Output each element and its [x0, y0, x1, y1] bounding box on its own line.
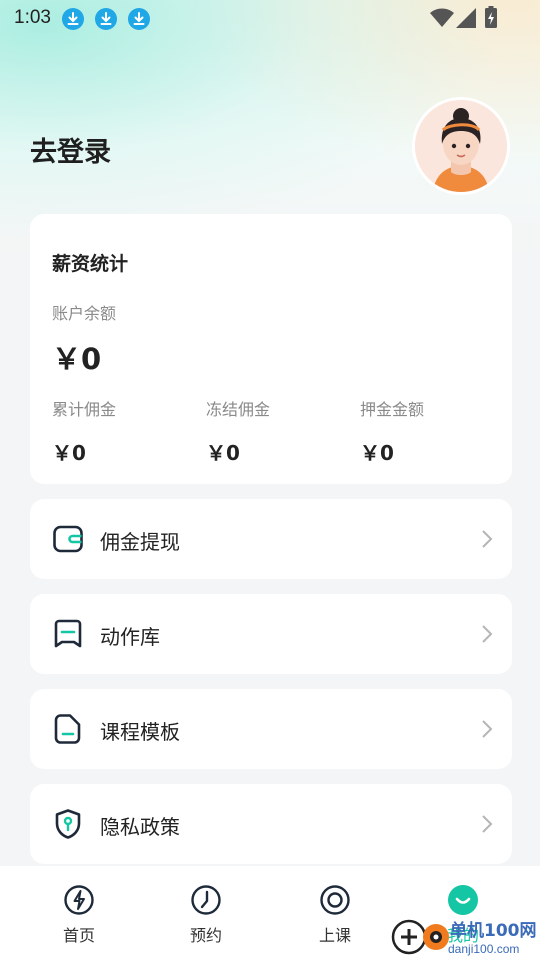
balance-value: ￥0 — [52, 342, 102, 376]
stat-value: ￥0 — [206, 441, 240, 465]
stat-label: 冻结佣金 — [206, 400, 271, 419]
download-notification-icon — [62, 8, 84, 30]
status-time: 1:03 — [14, 7, 51, 28]
bookmark-icon — [54, 619, 82, 648]
status-bar: 1:03 — [0, 0, 540, 38]
stat-label: 累计佣金 — [52, 400, 117, 419]
login-link[interactable]: 去登录 — [30, 130, 111, 169]
menu-item-label: 动作库 — [100, 625, 160, 649]
menu-item-privacy-policy[interactable]: 隐私政策 — [30, 784, 512, 864]
stat-value: ￥0 — [52, 441, 86, 465]
menu-item-action-library[interactable]: 动作库 — [30, 594, 512, 674]
avatar-illustration — [415, 100, 507, 192]
wallet-icon — [53, 525, 83, 553]
tab-home[interactable]: 首页 — [44, 884, 114, 946]
watermark-text: 单机100网 — [450, 921, 537, 941]
site-watermark: 单机100网 danji100.com — [390, 912, 540, 960]
clock-icon — [191, 885, 221, 915]
chevron-right-icon — [482, 815, 493, 833]
salary-card: 薪资统计 账户余额 ￥0 累计佣金 ￥0 冻结佣金 ￥0 押金金额 ￥0 — [30, 214, 512, 484]
tab-label: 上课 — [318, 926, 351, 945]
menu-item-course-template[interactable]: 课程模板 — [30, 689, 512, 769]
stat-value: ￥0 — [360, 441, 394, 465]
shield-icon — [55, 809, 81, 839]
document-icon — [54, 714, 81, 744]
stat-total-commission: 累计佣金 ￥0 — [52, 396, 202, 466]
chevron-right-icon — [482, 720, 493, 738]
menu-item-label: 课程模板 — [100, 720, 180, 744]
wifi-icon — [430, 8, 454, 27]
watermark-logo-icon — [391, 919, 449, 955]
tab-label: 预约 — [189, 926, 222, 945]
stat-deposit-amount: 押金金额 ￥0 — [360, 396, 510, 466]
balance-label: 账户余额 — [52, 304, 117, 323]
menu-item-label: 佣金提现 — [100, 530, 180, 554]
salary-card-title: 薪资统计 — [52, 253, 129, 275]
download-notification-icon — [95, 8, 117, 30]
stat-label: 押金金额 — [360, 400, 425, 419]
chevron-right-icon — [482, 530, 493, 548]
tab-booking[interactable]: 预约 — [171, 884, 241, 946]
target-icon — [320, 885, 350, 915]
chevron-right-icon — [482, 625, 493, 643]
menu-item-label: 隐私政策 — [100, 815, 180, 839]
lightning-icon — [64, 885, 94, 915]
tab-label: 首页 — [62, 926, 95, 945]
menu-item-withdraw[interactable]: 佣金提现 — [30, 499, 512, 579]
battery-icon — [485, 6, 497, 28]
stat-frozen-commission: 冻结佣金 ￥0 — [206, 396, 356, 466]
avatar[interactable] — [412, 97, 510, 195]
download-notification-icon — [128, 8, 150, 30]
watermark-url: danji100.com — [448, 942, 520, 956]
tab-class[interactable]: 上课 — [300, 884, 370, 946]
signal-icon — [456, 8, 476, 28]
